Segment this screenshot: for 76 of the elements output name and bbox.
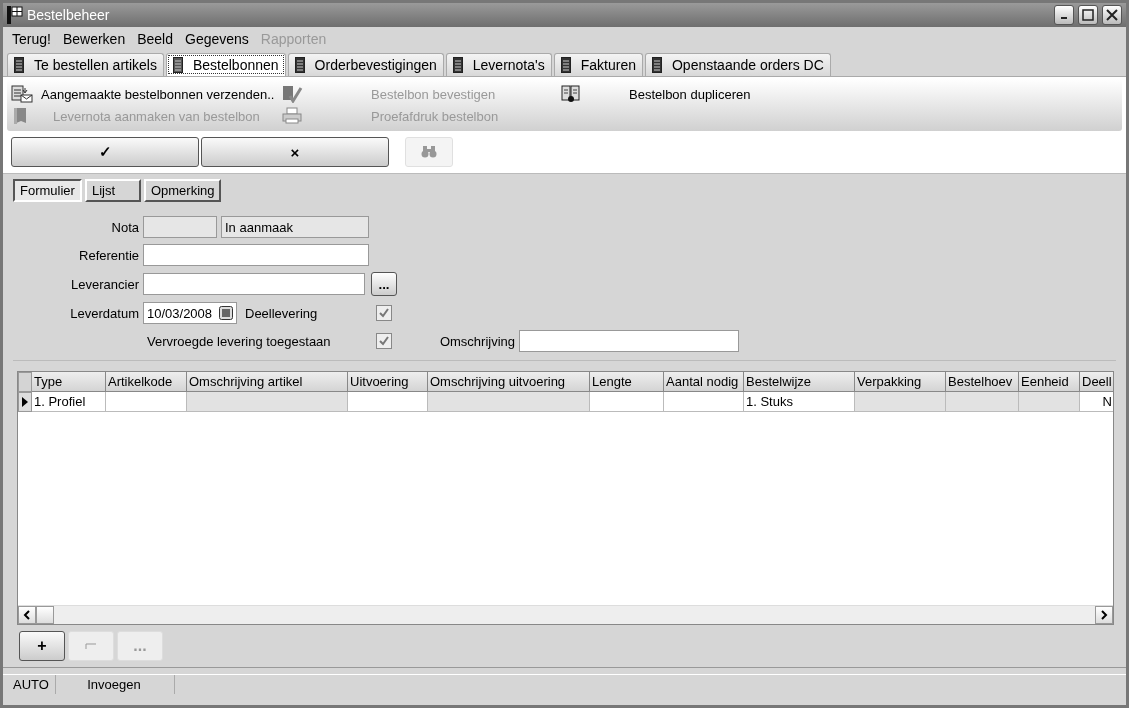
document-icon xyxy=(294,57,305,73)
browse-button[interactable]: ... xyxy=(371,272,397,296)
maximize-icon xyxy=(1082,9,1094,21)
chevron-left-icon xyxy=(23,610,31,620)
document-icon xyxy=(560,57,571,73)
column-header[interactable]: Lengte xyxy=(590,372,664,392)
header-corner xyxy=(18,372,32,392)
table-cell: 1. Profiel xyxy=(32,392,106,412)
action-link[interactable]: Aangemaakte bestelbonnen verzenden.. xyxy=(11,85,281,103)
menu-item[interactable]: Bewerken xyxy=(57,31,131,47)
action-link[interactable]: Bestelbon dupliceren xyxy=(561,85,1118,103)
column-header[interactable]: Uitvoering xyxy=(348,372,428,392)
tab[interactable]: Bestelbonnen xyxy=(165,53,286,76)
document-icon xyxy=(14,57,24,73)
column-header[interactable]: Omschrijving uitvoering xyxy=(428,372,590,392)
horizontal-scrollbar[interactable] xyxy=(18,605,1113,624)
field-label: Leverancier xyxy=(71,276,140,292)
status-text: AUTO xyxy=(3,675,56,694)
app-icon xyxy=(7,6,23,24)
field-label: Nota xyxy=(111,219,140,235)
calendar-icon xyxy=(219,306,233,320)
date-field[interactable]: 10/03/2008 xyxy=(143,302,237,324)
minimize-button[interactable] xyxy=(1054,5,1074,25)
tab[interactable]: Orderbevestigingen xyxy=(287,53,444,76)
checkbox[interactable] xyxy=(376,333,392,349)
column-header[interactable]: Eenheid xyxy=(1019,372,1080,392)
scroll-thumb[interactable] xyxy=(36,606,54,624)
status-text: Invoegen xyxy=(56,675,175,694)
cancel-button[interactable]: × xyxy=(201,137,389,167)
tab[interactable]: Levernota's xyxy=(445,53,552,76)
tab[interactable]: Fakturen xyxy=(553,53,643,76)
column-header[interactable]: Artikelkode xyxy=(106,372,187,392)
column-header[interactable]: Deell xyxy=(1080,372,1113,392)
field-label: Vervroegde levering toegestaan xyxy=(146,333,332,349)
printer-icon xyxy=(281,107,303,125)
scroll-right-button[interactable] xyxy=(1095,606,1113,624)
menu-item[interactable]: Gegevens xyxy=(180,31,254,47)
status-field: In aanmaak xyxy=(221,216,369,238)
checkbox[interactable] xyxy=(376,305,392,321)
tab[interactable]: Openstaande orders DC xyxy=(645,53,831,76)
input-field[interactable] xyxy=(519,330,739,352)
input-field[interactable] xyxy=(143,244,369,266)
column-header[interactable]: Bestelhoev xyxy=(946,372,1019,392)
duplicate-icon xyxy=(561,85,581,103)
check-mark-icon xyxy=(281,85,303,103)
corner-icon xyxy=(85,643,97,649)
menu-item[interactable]: Terug! xyxy=(7,31,56,47)
column-header[interactable]: Omschrijving artikel xyxy=(187,372,348,392)
document-icon xyxy=(172,57,183,73)
confirm-button[interactable]: ✓ xyxy=(11,137,199,167)
field-label: Omschrijving xyxy=(439,333,516,349)
tab[interactable]: Te bestellen artikels xyxy=(7,53,164,76)
field-label: Deellevering xyxy=(245,305,318,321)
form-tab[interactable]: Lijst xyxy=(84,179,141,202)
table-cell: 1. Stuks xyxy=(744,392,855,412)
document-icon xyxy=(452,57,463,73)
column-header[interactable]: Type xyxy=(32,372,106,392)
chevron-right-icon xyxy=(1100,610,1108,620)
column-header[interactable]: Aantal nodig xyxy=(664,372,744,392)
scroll-left-button[interactable] xyxy=(18,606,36,624)
column-header[interactable]: Verpakking xyxy=(855,372,946,392)
window-title: Bestelbeheer xyxy=(27,7,111,23)
maximize-button[interactable] xyxy=(1078,5,1098,25)
field-label: Referentie xyxy=(79,247,140,263)
input-field[interactable] xyxy=(143,273,365,295)
form-tab[interactable]: Opmerking xyxy=(143,179,222,202)
close-button[interactable] xyxy=(1102,5,1122,25)
close-icon xyxy=(1106,9,1118,21)
form-tab[interactable]: Formulier xyxy=(13,179,82,202)
menu-item[interactable]: Beeld xyxy=(132,31,178,47)
document-icon xyxy=(652,57,662,73)
add-button[interactable]: + xyxy=(19,631,65,661)
send-mail-icon xyxy=(11,85,33,103)
column-header[interactable]: Bestelwijze xyxy=(744,372,855,392)
binoculars-icon xyxy=(421,146,437,158)
field-label: Leverdatum xyxy=(70,305,140,321)
